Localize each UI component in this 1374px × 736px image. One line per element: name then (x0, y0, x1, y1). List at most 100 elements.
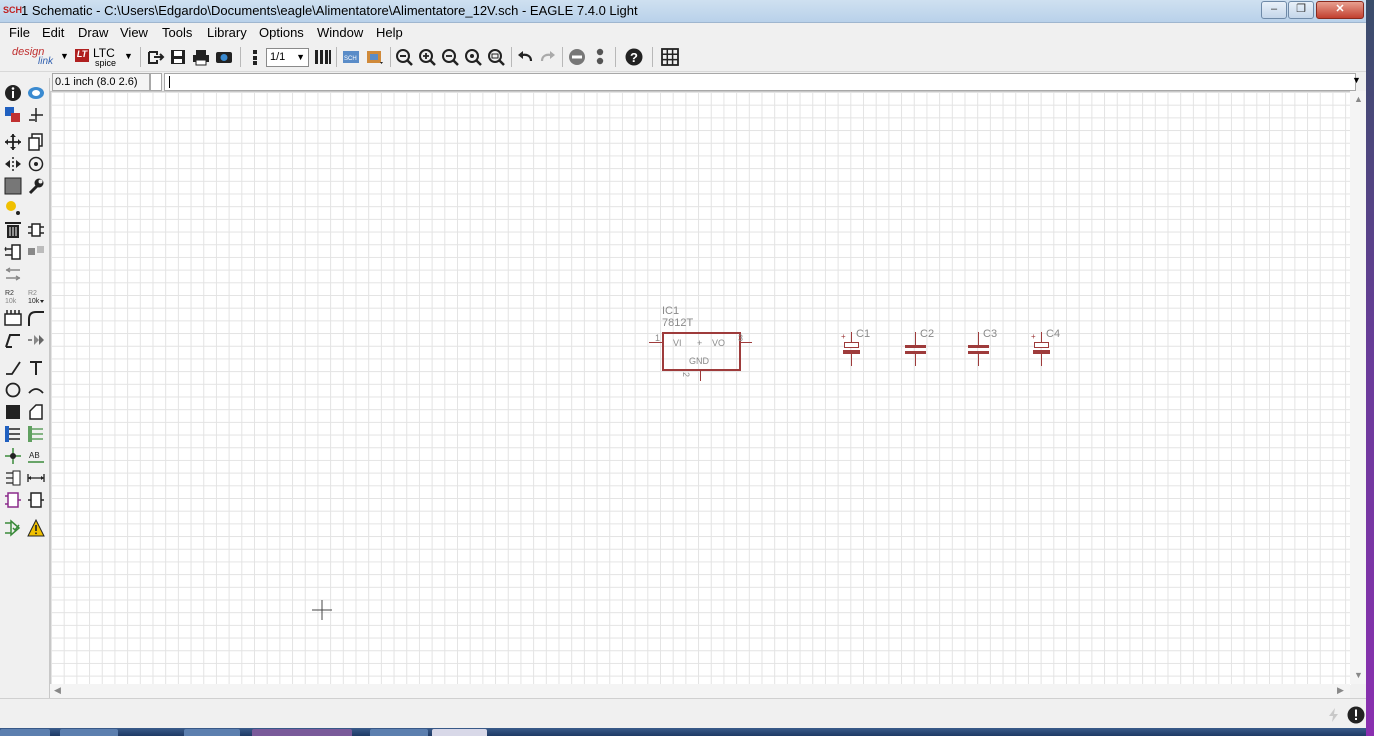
ltspice-logo-icon: LT (75, 49, 89, 62)
move-icon[interactable] (4, 133, 22, 151)
mark-icon[interactable] (27, 106, 45, 124)
pinswap-icon[interactable] (4, 243, 22, 261)
open-icon[interactable] (147, 48, 165, 66)
desktop-background (1366, 0, 1374, 736)
designlink-button[interactable]: design link (12, 46, 60, 68)
replace-icon[interactable] (27, 243, 45, 261)
rotate-icon[interactable] (27, 155, 45, 173)
taskbar-item[interactable] (252, 729, 352, 736)
go-icon[interactable] (591, 48, 609, 66)
help-icon[interactable]: ? (625, 48, 643, 66)
text-icon[interactable] (27, 359, 45, 377)
scroll-left-icon[interactable]: ◀ (54, 685, 61, 696)
minimize-button[interactable]: – (1261, 1, 1287, 19)
warning-icon[interactable] (27, 519, 45, 537)
menu-help[interactable]: Help (376, 25, 403, 40)
stop-icon[interactable] (568, 48, 586, 66)
menu-library[interactable]: Library (207, 25, 247, 40)
bus-icon[interactable] (4, 425, 22, 443)
cam-processor-icon[interactable] (215, 48, 233, 66)
menu-options[interactable]: Options (259, 25, 304, 40)
capacitor-c4[interactable]: + C4 (1029, 328, 1060, 368)
menu-file[interactable]: File (9, 25, 30, 40)
use-library-icon[interactable] (246, 48, 264, 66)
stop-command-icon[interactable] (1347, 706, 1365, 724)
print-icon[interactable] (192, 48, 210, 66)
scroll-down-icon[interactable]: ▼ (1354, 670, 1363, 680)
taskbar-item[interactable] (184, 729, 240, 736)
grid-icon[interactable] (661, 48, 679, 66)
zoom-in-icon[interactable] (418, 48, 436, 66)
value-icon[interactable]: R210k (27, 287, 45, 305)
capacitor-c1[interactable]: + C1 (839, 328, 870, 368)
switch-to-schematic-icon[interactable]: SCH (342, 48, 360, 66)
erc-icon[interactable] (4, 519, 22, 537)
zoom-select-icon[interactable] (487, 48, 505, 66)
gate-icon[interactable] (27, 491, 45, 509)
command-dropdown-icon[interactable]: ▼ (1352, 75, 1361, 85)
net-icon[interactable] (27, 425, 45, 443)
svg-text:R2: R2 (28, 290, 37, 297)
display-layers-icon[interactable] (4, 106, 22, 124)
copy-icon[interactable] (27, 133, 45, 151)
junction-icon[interactable] (4, 447, 22, 465)
start-button[interactable] (0, 729, 50, 736)
split-icon[interactable] (4, 331, 22, 349)
dimension-icon[interactable] (27, 469, 45, 487)
schematic-canvas[interactable]: IC1 7812T 1 3 2 VI VO + GND + C1 C2 C3 +… (50, 91, 1351, 685)
capacitor-c3[interactable]: C3 (966, 328, 997, 368)
delete-icon[interactable] (4, 221, 22, 239)
arc-icon[interactable] (27, 381, 45, 399)
mirror-icon[interactable] (4, 155, 22, 173)
horizontal-scrollbar[interactable]: ◀ ▶ (50, 684, 1350, 698)
scroll-up-icon[interactable]: ▲ (1354, 94, 1363, 104)
zoom-redraw-icon[interactable] (464, 48, 482, 66)
undo-icon[interactable] (516, 48, 534, 66)
info-icon[interactable] (4, 84, 22, 102)
wire-icon[interactable] (4, 359, 22, 377)
rect-icon[interactable] (4, 403, 22, 421)
designlink-dropdown-icon[interactable]: ▼ (60, 51, 69, 61)
taskbar-item-active[interactable] (432, 729, 487, 736)
menu-draw[interactable]: Draw (78, 25, 108, 40)
scroll-right-icon[interactable]: ▶ (1337, 685, 1344, 696)
menu-edit[interactable]: Edit (42, 25, 64, 40)
redo-icon[interactable] (539, 48, 557, 66)
circle-icon[interactable] (4, 381, 22, 399)
close-button[interactable]: ✕ (1316, 1, 1364, 19)
label-icon[interactable]: AB (27, 447, 45, 465)
paste-icon[interactable] (4, 199, 22, 217)
gateswap-icon[interactable] (4, 265, 22, 283)
capacitor-c2[interactable]: C2 (903, 328, 934, 368)
ltspice-button[interactable]: LT LTC spice (75, 46, 123, 68)
taskbar-item[interactable] (60, 729, 118, 736)
taskbar-item[interactable] (370, 729, 428, 736)
menu-window[interactable]: Window (317, 25, 363, 40)
maximize-button[interactable]: ❐ (1288, 1, 1314, 19)
save-icon[interactable] (169, 48, 187, 66)
change-icon[interactable] (27, 177, 45, 195)
menu-view[interactable]: View (120, 25, 148, 40)
invoke-icon[interactable] (27, 331, 45, 349)
attribute-icon[interactable] (4, 469, 22, 487)
show-icon[interactable] (27, 84, 45, 102)
layer-settings-icon[interactable] (314, 48, 332, 66)
zoom-fit-icon[interactable] (395, 48, 413, 66)
frame-icon[interactable] (4, 491, 22, 509)
vertical-scrollbar[interactable]: ▲ ▼ (1350, 91, 1366, 684)
smash-icon[interactable] (4, 309, 22, 327)
ltspice-dropdown-icon[interactable]: ▼ (124, 51, 133, 61)
polygon-icon[interactable] (27, 403, 45, 421)
command-history-button[interactable] (150, 73, 162, 91)
menu-tools[interactable]: Tools (162, 25, 192, 40)
sheet-select[interactable]: 1/1 ▼ (266, 48, 309, 67)
add-icon[interactable] (27, 221, 45, 239)
group-icon[interactable] (4, 177, 22, 195)
switch-to-board-icon[interactable] (366, 48, 384, 66)
capacitor-lead (851, 332, 852, 342)
miter-icon[interactable] (27, 309, 45, 327)
name-icon[interactable]: R210k (4, 287, 22, 305)
ic-pin-gnd-label: GND (689, 356, 709, 366)
command-line-input[interactable] (164, 73, 1356, 91)
zoom-out-icon[interactable] (441, 48, 459, 66)
